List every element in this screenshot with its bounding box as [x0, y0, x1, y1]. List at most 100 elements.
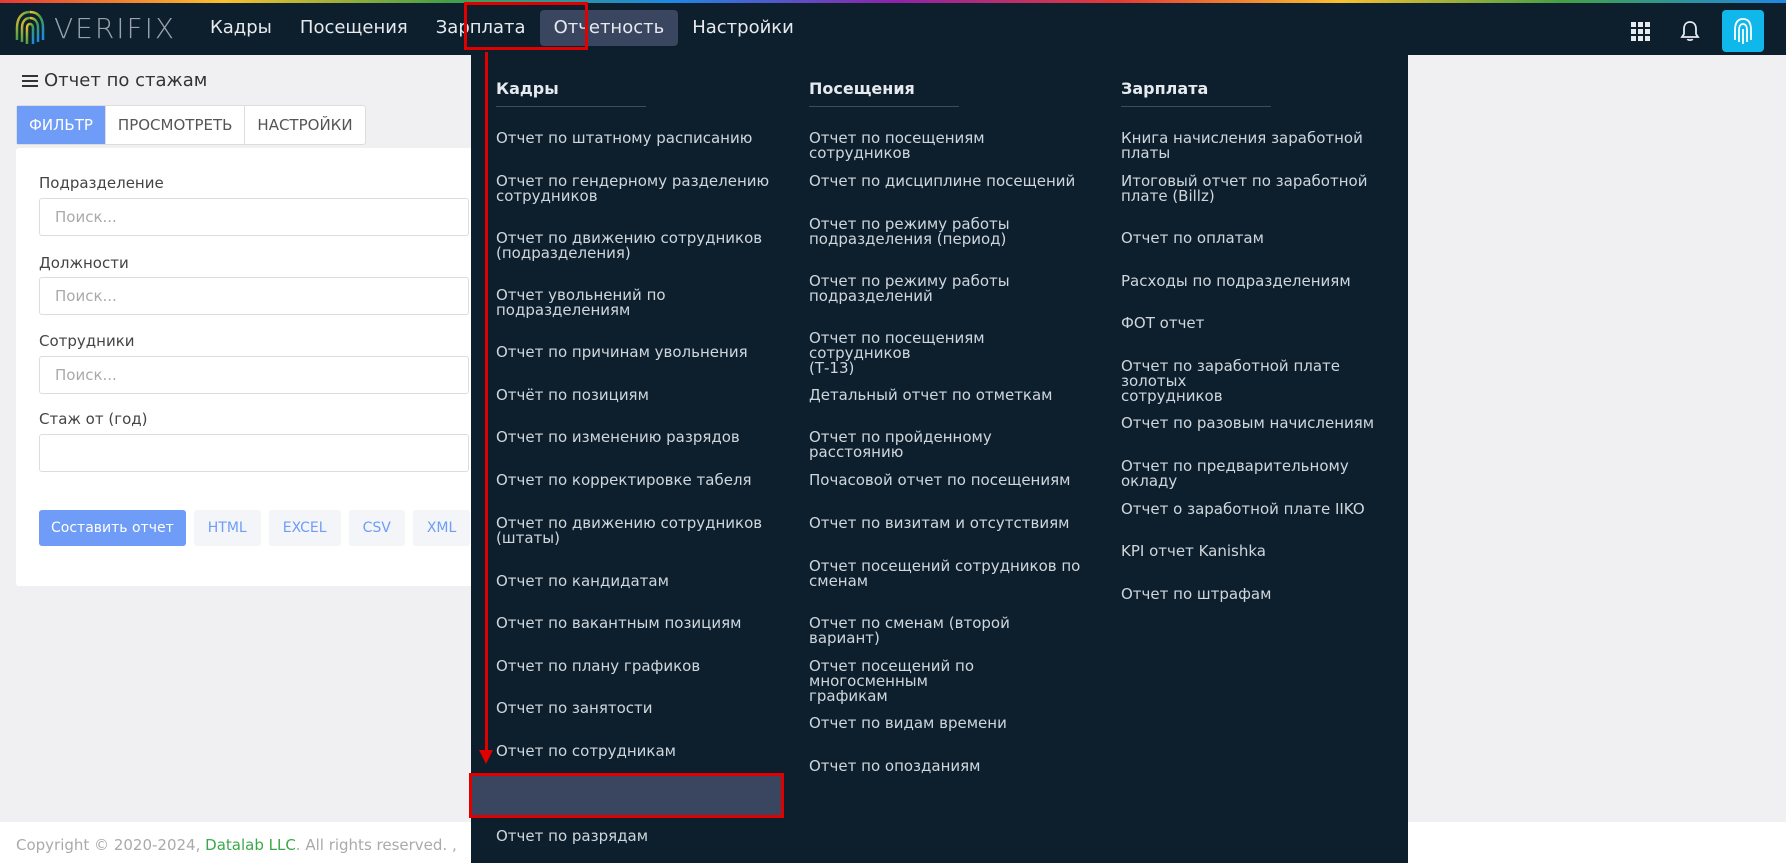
report-actions: Составить отчет HTML EXCEL CSV XML	[39, 510, 471, 546]
dropdown-menu-item-label: Отчет по пройденному расстоянию	[809, 428, 992, 461]
dropdown-menu-item-label: Отчет по вакантным позициям	[496, 614, 742, 632]
hamburger-icon[interactable]	[22, 74, 38, 87]
dropdown-menu-item[interactable]: KPI отчет Kanishka	[1121, 544, 1396, 559]
dropdown-column-divider	[809, 106, 959, 107]
footer-company-link[interactable]: Datalab LLC	[205, 836, 296, 854]
avatar[interactable]	[1722, 10, 1764, 52]
dropdown-menu-item[interactable]: Отчет по занятости	[496, 701, 771, 716]
dropdown-menu-item-label: Отчет по дисциплине посещений	[809, 172, 1076, 190]
dropdown-menu-item[interactable]: Отчет по режиму работы подразделений	[809, 274, 1084, 304]
dropdown-menu-item-label: Отчет по заработной плате золотых	[1121, 357, 1340, 390]
dropdown-menu-item-label: Расходы по подразделениям	[1121, 272, 1351, 290]
dropdown-menu-item[interactable]: Отчет по заработной плате золотых сотрудн…	[1121, 359, 1396, 404]
dropdown-menu-item-label: подразделениям	[496, 301, 631, 319]
dropdown-menu-item[interactable]: Отчет по разовым начислениям	[1121, 416, 1396, 431]
top-navbar: VERIFIX Кадры Посещения Зарплата Отчетно…	[0, 0, 1786, 55]
dropdown-menu-item[interactable]: Отчет увольнений по подразделениям	[496, 288, 771, 318]
dropdown-menu-item[interactable]: Отчет по гендерному разделению сотруднико…	[496, 174, 771, 204]
dropdown-menu-item-label: сменам	[809, 572, 869, 590]
format-xml-button[interactable]: XML	[412, 510, 471, 546]
dropdown-menu-item[interactable]: Отчет о заработной плате IIKO	[1121, 502, 1396, 517]
dropdown-menu-item[interactable]: Отчет по посещениям сотрудников (Т-13)	[809, 331, 1084, 376]
dropdown-menu-item-label: Отчет о заработной плате IIKO	[1121, 500, 1365, 518]
dropdown-menu-item[interactable]: Отчет по опозданиям	[809, 759, 1084, 774]
footer-copyright: Copyright © 2020-2024,	[16, 836, 201, 854]
dropdown-menu-item[interactable]: Почасовой отчет по посещениям	[809, 473, 1084, 488]
reports-dropdown-menu: Кадры Отчет по штатному расписанию Отчет п…	[471, 55, 1408, 863]
dropdown-menu-item-label: графикам	[809, 687, 888, 705]
dropdown-menu-item-label: Отчет по посещениям сотрудников	[809, 329, 985, 362]
dropdown-menu-item[interactable]: Отчет по режиму работы подразделения (пер…	[809, 217, 1084, 247]
dropdown-menu-item[interactable]: Отчет по посещениям сотрудников	[809, 131, 1084, 161]
nav-item-kadry[interactable]: Кадры	[196, 10, 286, 46]
dropdown-menu-item[interactable]: Отчет посещений по многосменным графикам	[809, 659, 1084, 704]
dropdown-menu-item[interactable]: Отчет по движению сотрудников (штаты)	[496, 516, 771, 546]
dropdown-column-divider	[1121, 106, 1271, 107]
dropdown-menu-item[interactable]: Отчет по сменам (второй вариант)	[809, 616, 1084, 646]
annotation-arrow-head	[479, 750, 493, 764]
dropdown-menu-item[interactable]: Отчет по пройденному расстоянию	[809, 430, 1084, 460]
dropdown-menu-item-label: Отчет по видам времени	[809, 714, 1007, 732]
experience-from-label: Стаж от (год)	[39, 410, 148, 428]
dropdown-menu-item[interactable]: Отчет по причинам увольнения	[496, 345, 771, 360]
dropdown-menu-item[interactable]: Отчет по штатному расписанию	[496, 131, 771, 146]
experience-from-input[interactable]	[39, 434, 469, 472]
top-right-actions	[1608, 10, 1764, 52]
dropdown-menu-item[interactable]: Отчет по видам времени	[809, 716, 1084, 731]
tab-filter[interactable]: ФИЛЬТР	[17, 106, 106, 144]
dropdown-menu-item[interactable]: Отчет по кандидатам	[496, 574, 771, 589]
positions-search-input[interactable]: Поиск...	[39, 277, 469, 315]
dropdown-menu-item[interactable]: Отчет по оплатам	[1121, 231, 1396, 246]
department-search-input[interactable]: Поиск...	[39, 198, 469, 236]
dropdown-menu-item[interactable]: Отчет по предварительному окладу	[1121, 459, 1396, 489]
notifications-button[interactable]	[1672, 13, 1708, 49]
dropdown-menu-item[interactable]: Детальный отчет по отметкам	[809, 388, 1084, 403]
dropdown-menu-item[interactable]: Отчет по движению сотрудников (подразделе…	[496, 231, 771, 261]
dropdown-menu-item-label: Отчет по разрядам	[496, 827, 649, 845]
dropdown-menu-item[interactable]: Расходы по подразделениям	[1121, 274, 1396, 289]
top-accent-stripe	[0, 0, 1786, 3]
dropdown-menu-item[interactable]: Отчёт по позициям	[496, 388, 771, 403]
annotation-arrow	[485, 52, 488, 752]
dropdown-menu-item[interactable]: Отчет по плану графиков	[496, 659, 771, 674]
tab-view[interactable]: ПРОСМОТРЕТЬ	[106, 106, 246, 144]
dropdown-menu-item-label: Отчет по причинам увольнения	[496, 343, 748, 361]
brand-name: VERIFIX	[54, 11, 177, 45]
dropdown-menu-item-label: Отчет по визитам и отсутствиям	[809, 514, 1070, 532]
dropdown-menu-item[interactable]: Отчет по штрафам	[1121, 587, 1396, 602]
dropdown-menu-item[interactable]: Отчет по дисциплине посещений	[809, 174, 1084, 189]
dropdown-menu-item[interactable]: Отчет по изменению разрядов	[496, 430, 771, 445]
dropdown-menu-item[interactable]: Отчет по сотрудникам	[496, 744, 771, 759]
dropdown-menu-item-label: (подразделения)	[496, 244, 631, 262]
dropdown-menu-item[interactable]: Книга начисления заработной платы	[1121, 131, 1396, 161]
format-html-button[interactable]: HTML	[193, 510, 261, 546]
dropdown-menu-item[interactable]: Отчет по разрядам	[496, 829, 771, 844]
dropdown-menu-item-label: Отчет по посещениям сотрудников	[809, 129, 985, 162]
annotation-highlight-box	[469, 773, 784, 818]
dropdown-menu-item-label: Отчет по плану графиков	[496, 657, 701, 675]
format-excel-button[interactable]: EXCEL	[268, 510, 341, 546]
employees-search-input[interactable]: Поиск...	[39, 356, 469, 394]
dropdown-column-title: Кадры	[496, 79, 559, 98]
tab-settings[interactable]: НАСТРОЙКИ	[245, 106, 364, 144]
logo[interactable]: VERIFIX	[14, 8, 176, 48]
format-csv-button[interactable]: CSV	[348, 510, 405, 546]
dropdown-menu-item[interactable]: Отчет по вакантным позициям	[496, 616, 771, 631]
build-report-button[interactable]: Составить отчет	[39, 510, 186, 546]
annotation-highlight-box	[464, 2, 588, 50]
dropdown-menu-item-label: Отчет по изменению разрядов	[496, 428, 740, 446]
department-label: Подразделение	[39, 174, 164, 192]
dropdown-menu-item-label: Отчёт по позициям	[496, 386, 649, 404]
dropdown-column-title: Зарплата	[1121, 79, 1209, 98]
dropdown-menu-item[interactable]: Итоговый отчет по заработной плате (Billz…	[1121, 174, 1396, 204]
dropdown-menu-item[interactable]: Отчет посещений сотрудников по сменам	[809, 559, 1084, 589]
apps-button[interactable]	[1622, 13, 1658, 49]
dropdown-menu-item[interactable]: Отчет по визитам и отсутствиям	[809, 516, 1084, 531]
nav-item-nastroyki[interactable]: Настройки	[678, 10, 808, 46]
dropdown-menu-item[interactable]: ФОТ отчет	[1121, 316, 1396, 331]
nav-item-poseshcheniya[interactable]: Посещения	[286, 10, 422, 46]
dropdown-menu-item[interactable]: Отчет по корректировке табеля	[496, 473, 771, 488]
dropdown-menu-item-label: Отчет по занятости	[496, 699, 653, 717]
dropdown-menu-item-label: (штаты)	[496, 529, 560, 547]
dropdown-menu-item-label: Почасовой отчет по посещениям	[809, 471, 1071, 489]
